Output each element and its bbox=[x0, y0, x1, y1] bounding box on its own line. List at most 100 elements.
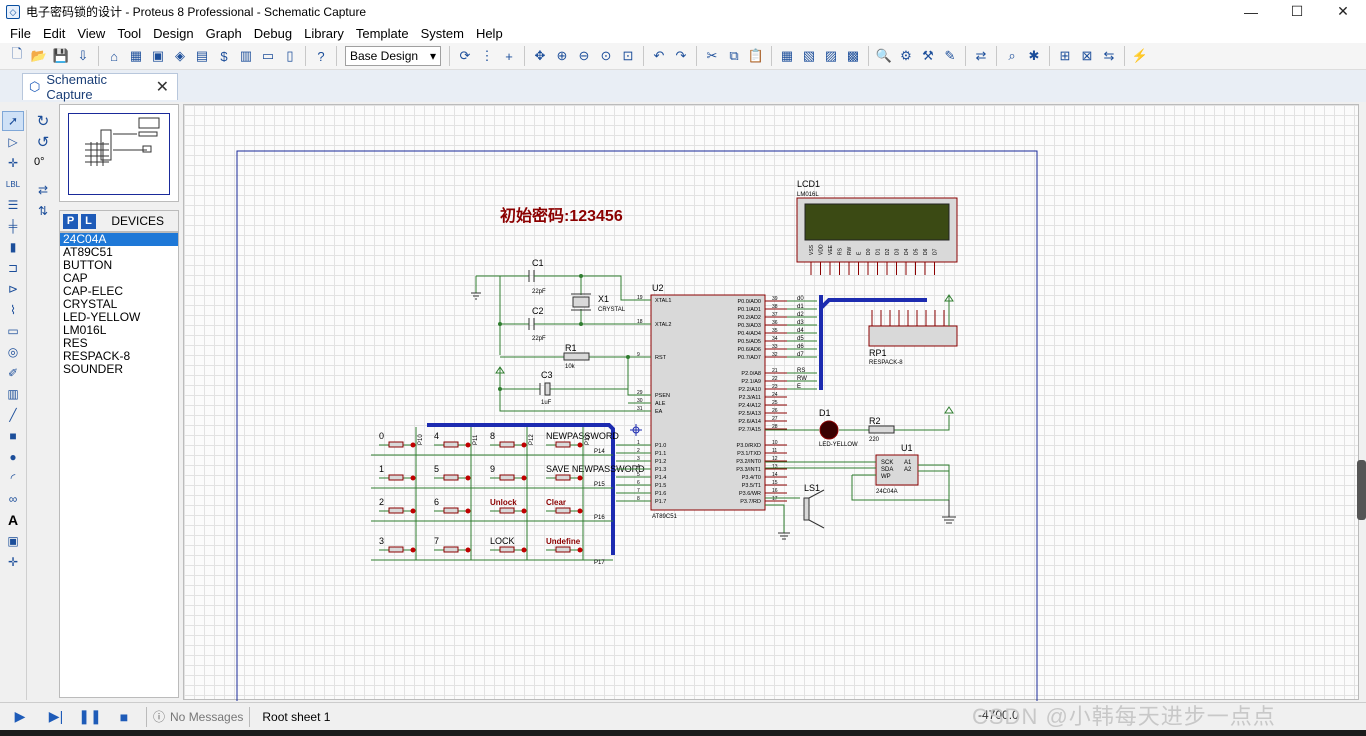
save-icon[interactable]: 💾 bbox=[51, 46, 71, 66]
rotation-angle[interactable]: 0° bbox=[30, 153, 56, 171]
menu-view[interactable]: View bbox=[71, 26, 111, 41]
new-sheet-icon[interactable]: ⊞ bbox=[1055, 46, 1075, 66]
graph-mode-icon[interactable]: ⌇ bbox=[2, 300, 24, 320]
arc-2d-icon[interactable]: ◜ bbox=[2, 468, 24, 488]
menu-file[interactable]: File bbox=[4, 26, 37, 41]
pick-devices-button[interactable]: P bbox=[63, 213, 78, 229]
menu-system[interactable]: System bbox=[415, 26, 470, 41]
rotate-clockwise-icon[interactable]: ↻ bbox=[32, 111, 54, 131]
undo-icon[interactable]: ↶ bbox=[649, 46, 669, 66]
block-delete-icon[interactable]: ▩ bbox=[843, 46, 863, 66]
device-item-sounder[interactable]: SOUNDER bbox=[60, 363, 178, 376]
library-manager-button[interactable]: L bbox=[81, 213, 96, 229]
path-2d-icon[interactable]: ∞ bbox=[2, 489, 24, 509]
design-variant-select[interactable]: Base Design ▾ bbox=[345, 46, 441, 66]
pick-device-icon[interactable]: 🔍 bbox=[874, 46, 894, 66]
messages-indicator[interactable]: ⓘ No Messages bbox=[153, 708, 243, 725]
origin-icon[interactable]: + bbox=[499, 46, 519, 66]
vertical-scrollbar[interactable] bbox=[1359, 104, 1366, 700]
menu-tool[interactable]: Tool bbox=[111, 26, 147, 41]
overview-window[interactable] bbox=[59, 104, 179, 202]
virtual-instruments-icon[interactable]: ▥ bbox=[2, 384, 24, 404]
wire-label-icon[interactable]: LBL bbox=[2, 174, 24, 194]
schematic-icon[interactable]: ▦ bbox=[126, 46, 146, 66]
copy-icon[interactable]: ⧉ bbox=[724, 46, 744, 66]
led-circuit[interactable]: D1 LED-YELLOW R2 220 bbox=[765, 406, 954, 448]
goto-sheet-icon[interactable]: ⇆ bbox=[1099, 46, 1119, 66]
oscillator-circuit[interactable]: C1 22pF C2 22pF X1 CRYSTAL bbox=[471, 258, 651, 355]
selection-mode-icon[interactable]: ➚ bbox=[2, 111, 24, 131]
tab-schematic-capture[interactable]: ⬡ Schematic Capture ✕ bbox=[22, 72, 178, 102]
zoom-all-icon[interactable]: ⊙ bbox=[596, 46, 616, 66]
scrollbar-thumb[interactable] bbox=[1357, 460, 1366, 520]
menu-template[interactable]: Template bbox=[350, 26, 415, 41]
source-code-icon[interactable]: ▥ bbox=[236, 46, 256, 66]
menu-help[interactable]: Help bbox=[470, 26, 509, 41]
search-tag-icon[interactable]: ⌕ bbox=[1002, 46, 1022, 66]
import-icon[interactable]: ⇩ bbox=[73, 46, 93, 66]
circle-2d-icon[interactable]: ● bbox=[2, 447, 24, 467]
subcircuit-icon[interactable]: ▮ bbox=[2, 237, 24, 257]
maximize-button[interactable]: ☐ bbox=[1274, 0, 1320, 23]
device-pins-icon[interactable]: ⊳ bbox=[2, 279, 24, 299]
play-icon[interactable]: ▶ bbox=[10, 707, 30, 727]
respack-rp1[interactable]: RP1 RESPACK-8 bbox=[868, 294, 958, 366]
marker-2d-icon[interactable]: ✛ bbox=[2, 552, 24, 572]
home-icon[interactable]: ⌂ bbox=[104, 46, 124, 66]
package-tool-icon[interactable]: ⚒ bbox=[918, 46, 938, 66]
wire-autorouter-icon[interactable]: ⇄ bbox=[971, 46, 991, 66]
minimize-button[interactable]: — bbox=[1228, 0, 1274, 23]
electrical-rule-check-icon[interactable]: ⚡ bbox=[1130, 46, 1150, 66]
stop-icon[interactable]: ■ bbox=[114, 707, 134, 727]
design-explorer-icon[interactable]: ▭ bbox=[258, 46, 278, 66]
gerber-icon[interactable]: ▤ bbox=[192, 46, 212, 66]
component-mode-icon[interactable]: ▷ bbox=[2, 132, 24, 152]
step-icon[interactable]: ▶| bbox=[46, 707, 66, 727]
close-window-button[interactable]: ✕ bbox=[1320, 0, 1366, 23]
block-move-icon[interactable]: ▧ bbox=[799, 46, 819, 66]
mirror-horizontal-icon[interactable]: ⇄ bbox=[32, 180, 54, 200]
open-folder-icon[interactable]: 📂 bbox=[29, 46, 49, 66]
grid-icon[interactable]: ⋮ bbox=[477, 46, 497, 66]
zoom-area-icon[interactable]: ⊡ bbox=[618, 46, 638, 66]
help-icon[interactable]: ? bbox=[311, 46, 331, 66]
line-2d-icon[interactable]: ╱ bbox=[2, 405, 24, 425]
make-device-icon[interactable]: ⚙ bbox=[896, 46, 916, 66]
menu-debug[interactable]: Debug bbox=[248, 26, 298, 41]
schematic-canvas[interactable]: 初始密码:123456 LCD1 LM016L VSS VDD VEE RS RW E D0… bbox=[183, 104, 1359, 712]
menu-library[interactable]: Library bbox=[298, 26, 350, 41]
mcu-at89c51[interactable]: U2 AT89C51 19 XTAL118 XTAL29 RST29 PSEN30 ALE… bbox=[629, 283, 817, 520]
block-rotate-icon[interactable]: ▨ bbox=[821, 46, 841, 66]
keypad-matrix[interactable]: 0 4 8 NEWPASSWORD1 5 9 SAVE NEWPASSWORD2 6 Unloc… bbox=[371, 427, 645, 566]
generator-icon[interactable]: ◎ bbox=[2, 342, 24, 362]
zoom-in-icon[interactable]: ⊕ bbox=[552, 46, 572, 66]
box-2d-icon[interactable]: ■ bbox=[2, 426, 24, 446]
new-file-icon[interactable]: 🗋 bbox=[7, 46, 27, 66]
voltage-probe-icon[interactable]: ✐ bbox=[2, 363, 24, 383]
delete-sheet-icon[interactable]: ⊠ bbox=[1077, 46, 1097, 66]
menu-graph[interactable]: Graph bbox=[200, 26, 248, 41]
block-copy-icon[interactable]: ▦ bbox=[777, 46, 797, 66]
pan-icon[interactable]: ✥ bbox=[530, 46, 550, 66]
close-tab-icon[interactable]: ✕ bbox=[156, 77, 169, 97]
text-script-icon[interactable]: ☰ bbox=[2, 195, 24, 215]
redo-icon[interactable]: ↷ bbox=[671, 46, 691, 66]
mirror-vertical-icon[interactable]: ⇅ bbox=[32, 201, 54, 221]
rotate-anticlockwise-icon[interactable]: ↺ bbox=[32, 132, 54, 152]
buses-icon[interactable]: ╪ bbox=[2, 216, 24, 236]
3d-view-icon[interactable]: ◈ bbox=[170, 46, 190, 66]
bom-icon[interactable]: $ bbox=[214, 46, 234, 66]
lcd-lm016l[interactable]: LCD1 LM016L VSS VDD VEE RS RW E D0 D1 D2 D3 D4 D5 D6… bbox=[796, 179, 958, 275]
text-2d-icon[interactable]: A bbox=[2, 510, 24, 530]
zoom-out-icon[interactable]: ⊖ bbox=[574, 46, 594, 66]
decompose-icon[interactable]: ✎ bbox=[940, 46, 960, 66]
tape-recorder-icon[interactable]: ▭ bbox=[2, 321, 24, 341]
refresh-icon[interactable]: ⟳ bbox=[455, 46, 475, 66]
reset-circuit[interactable]: R1 10k C3 1uF bbox=[495, 343, 651, 412]
terminals-icon[interactable]: ⊐ bbox=[2, 258, 24, 278]
menu-design[interactable]: Design bbox=[147, 26, 199, 41]
notes-icon[interactable]: ▯ bbox=[280, 46, 300, 66]
symbol-2d-icon[interactable]: ▣ bbox=[2, 531, 24, 551]
menu-edit[interactable]: Edit bbox=[37, 26, 71, 41]
cut-icon[interactable]: ✂ bbox=[702, 46, 722, 66]
